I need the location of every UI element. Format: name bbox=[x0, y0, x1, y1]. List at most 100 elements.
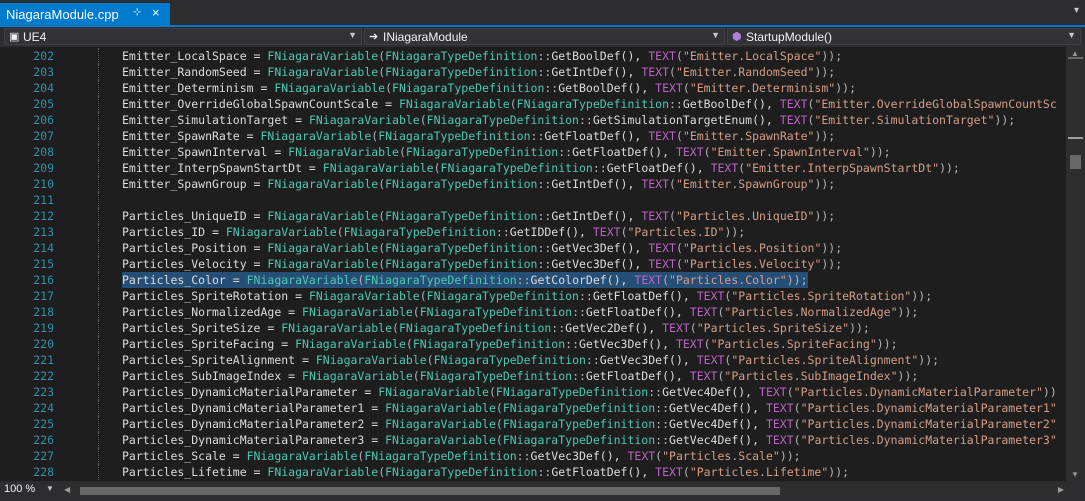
code-token: FNiagaraVariable bbox=[267, 241, 379, 255]
code-token: )); bbox=[814, 209, 836, 223]
code-line[interactable]: 203 Emitter_RandomSeed = FNiagaraVariable… bbox=[0, 64, 1066, 80]
code-line[interactable]: 222 Particles_SubImageIndex = FNiagaraVar… bbox=[0, 368, 1066, 384]
code-line[interactable]: 213 Particles_ID = FNiagaraVariable(FNiag… bbox=[0, 224, 1066, 240]
code-line[interactable]: 211 bbox=[0, 192, 1066, 208]
tab-overflow-icon[interactable]: ▾ bbox=[1074, 5, 1079, 16]
indent-guide bbox=[98, 256, 99, 272]
code-text: Emitter_SpawnGroup = FNiagaraVariable (FN… bbox=[122, 176, 835, 192]
code-line[interactable]: 216 Particles_Color = FNiagaraVariable (FN… bbox=[0, 272, 1066, 288]
indent-guide bbox=[98, 336, 99, 352]
code-token: GetFloatDef(), bbox=[585, 305, 690, 319]
line-number: 222 bbox=[33, 369, 54, 383]
code-token: )) bbox=[1042, 385, 1057, 399]
code-token: GetIntDef(), bbox=[551, 209, 642, 223]
line-number: 208 bbox=[33, 145, 54, 159]
code-line[interactable]: 220 Particles_SpriteFacing = FNiagaraVari… bbox=[0, 336, 1066, 352]
class-dropdown[interactable]: ➔ INiagaraModule ▼ bbox=[364, 28, 725, 45]
code-token: FNiagaraVariable bbox=[246, 449, 358, 463]
code-editor[interactable]: 202 Emitter_LocalSpace = FNiagaraVariable… bbox=[0, 47, 1066, 481]
code-token: Emitter_LocalSpace = bbox=[122, 49, 268, 63]
code-token: FNiagaraTypeDefinition bbox=[364, 273, 517, 287]
code-line[interactable]: 205 Emitter_OverrideGlobalSpawnCountScale… bbox=[0, 96, 1066, 112]
code-line[interactable]: 215 Particles_Velocity = FNiagaraVariable… bbox=[0, 256, 1066, 272]
code-token: GetVec4Def(), bbox=[669, 433, 766, 447]
line-number: 203 bbox=[33, 65, 54, 79]
code-token: FNiagaraTypeDefinition bbox=[405, 145, 559, 159]
code-line[interactable]: 217 Particles_SpriteRotation = FNiagaraVa… bbox=[0, 288, 1066, 304]
code-token: FNiagaraTypeDefinition bbox=[433, 353, 586, 367]
code-line[interactable]: 214 Particles_Position = FNiagaraVariable… bbox=[0, 240, 1066, 256]
tab-niagaramodule-cpp[interactable]: NiagaraModule.cpp ⊹ × bbox=[0, 3, 170, 25]
code-token: ( bbox=[620, 225, 628, 239]
code-token: Particles_SubImageIndex = bbox=[122, 369, 303, 383]
scroll-left-icon[interactable]: ◀ bbox=[64, 485, 70, 494]
code-line[interactable]: 202 Emitter_LocalSpace = FNiagaraVariable… bbox=[0, 48, 1066, 64]
code-token: FNiagaraTypeDefinition bbox=[419, 305, 573, 319]
vertical-scroll-thumb[interactable] bbox=[1070, 155, 1081, 169]
code-line[interactable]: 206 Emitter_SimulationTarget = FNiagaraVa… bbox=[0, 112, 1066, 128]
scroll-down-icon[interactable]: ▼ bbox=[1071, 470, 1079, 479]
code-line[interactable]: 212 Particles_UniqueID = FNiagaraVariable… bbox=[0, 208, 1066, 224]
split-handle[interactable] bbox=[1068, 57, 1083, 59]
chevron-down-icon: ▼ bbox=[46, 484, 54, 493]
scroll-right-icon[interactable]: ▶ bbox=[1058, 485, 1064, 494]
tab-bar: NiagaraModule.cpp ⊹ × ▾ bbox=[0, 0, 1085, 25]
code-token: "Particles.Color" bbox=[669, 273, 787, 287]
code-token: )); bbox=[918, 353, 940, 367]
indent-guide bbox=[98, 304, 99, 320]
code-token: TEXT bbox=[759, 385, 787, 399]
code-token: GetSimulationTargetEnum(), bbox=[592, 113, 780, 127]
code-token: TEXT bbox=[689, 305, 718, 319]
horizontal-scrollbar[interactable]: ◀ ▶ bbox=[62, 484, 1066, 498]
code-line[interactable]: 207 Emitter_SpawnRate = FNiagaraVariable (… bbox=[0, 128, 1066, 144]
code-token: ( bbox=[509, 97, 517, 111]
code-token: FNiagaraTypeDefinition bbox=[502, 401, 656, 415]
code-text: Particles_Lifetime = FNiagaraVariable (FN… bbox=[122, 464, 849, 480]
code-line[interactable]: 226 Particles_DynamicMaterialParameter3 =… bbox=[0, 432, 1066, 448]
code-token: "Particles.Velocity" bbox=[682, 257, 822, 271]
code-token: Particles_UniqueID = bbox=[122, 209, 268, 223]
indent-guide bbox=[98, 272, 99, 288]
zoom-level: 100 % bbox=[4, 483, 36, 495]
editor-bottom-bar: 100 % ▼ ◀ ▶ bbox=[0, 481, 1085, 501]
code-line[interactable]: 224 Particles_DynamicMaterialParameter1 =… bbox=[0, 400, 1066, 416]
pin-icon[interactable]: ⊹ bbox=[133, 7, 141, 18]
indent-guide bbox=[98, 96, 99, 112]
indent-guide bbox=[98, 80, 99, 96]
code-line[interactable]: 204 Emitter_Determinism = FNiagaraVariabl… bbox=[0, 80, 1066, 96]
code-token: ( bbox=[433, 161, 441, 175]
code-token: GetVec3Def(), bbox=[551, 241, 649, 255]
horizontal-scroll-thumb[interactable] bbox=[80, 487, 780, 495]
code-line[interactable]: 210 Emitter_SpawnGroup = FNiagaraVariable… bbox=[0, 176, 1066, 192]
code-token: GetVec3Def(), bbox=[530, 449, 628, 463]
code-token: :: bbox=[655, 433, 670, 447]
code-line[interactable]: 209 Emitter_InterpSpawnStartDt = FNiagara… bbox=[0, 160, 1066, 176]
member-dropdown[interactable]: ⬢ StartupModule() ▼ bbox=[727, 28, 1081, 45]
code-token: FNiagaraTypeDefinition bbox=[516, 97, 669, 111]
code-line[interactable]: 221 Particles_SpriteAlignment = FNiagaraV… bbox=[0, 352, 1066, 368]
code-line[interactable]: 208 Emitter_SpawnInterval = FNiagaraVaria… bbox=[0, 144, 1066, 160]
zoom-dropdown[interactable]: 100 % ▼ bbox=[4, 483, 60, 498]
code-line[interactable]: 228 Particles_Lifetime = FNiagaraVariable… bbox=[0, 464, 1066, 480]
code-line[interactable]: 227 Particles_Scale = FNiagaraVariable(FN… bbox=[0, 448, 1066, 464]
code-text: Emitter_Determinism = FNiagaraVariable(F… bbox=[122, 80, 856, 96]
code-token: FNiagaraTypeDefinition bbox=[385, 49, 538, 63]
code-token: GetFloatDef(), bbox=[551, 465, 656, 479]
code-token: GetFloatDef(), bbox=[606, 161, 711, 175]
code-token: FNiagaraVariable bbox=[260, 129, 372, 143]
close-icon[interactable]: × bbox=[152, 5, 160, 20]
project-dropdown[interactable]: ▣ UE4 ▼ bbox=[4, 28, 362, 45]
vertical-scrollbar[interactable]: ▲ ▼ bbox=[1066, 47, 1085, 481]
scroll-corner bbox=[1066, 481, 1085, 501]
code-line[interactable]: 225 Particles_DynamicMaterialParameter2 =… bbox=[0, 416, 1066, 432]
code-token: TEXT bbox=[648, 241, 676, 255]
code-line[interactable]: 223 Particles_DynamicMaterialParameter = … bbox=[0, 384, 1066, 400]
code-token: ( bbox=[675, 241, 683, 255]
code-token: "Emitter.SpawnRate" bbox=[682, 129, 815, 143]
code-token: "Particles.SpriteFacing" bbox=[710, 337, 877, 351]
code-line[interactable]: 218 Particles_NormalizedAge = FNiagaraVar… bbox=[0, 304, 1066, 320]
indent-guide bbox=[98, 320, 99, 336]
code-line[interactable]: 219 Particles_SpriteSize = FNiagaraVariab… bbox=[0, 320, 1066, 336]
code-token: GetIDDef(), bbox=[509, 225, 593, 239]
line-number: 215 bbox=[33, 257, 54, 271]
